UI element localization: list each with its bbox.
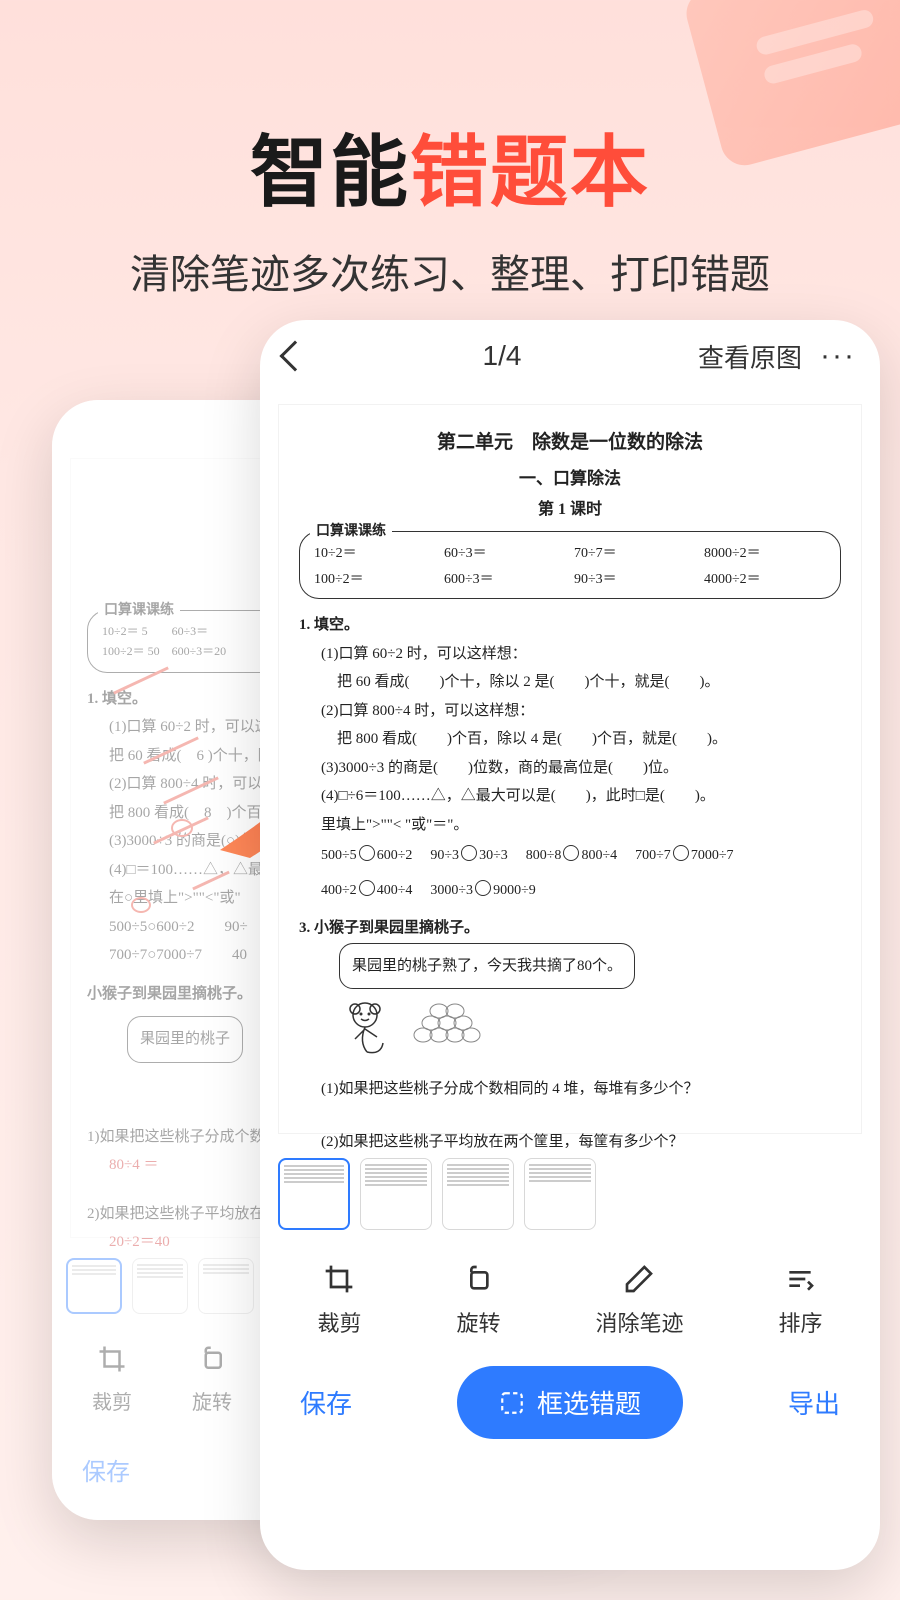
- export-button[interactable]: 导出: [788, 1384, 840, 1421]
- calc-box-label: 口算课课练: [310, 520, 392, 540]
- peach-pile-icon: [403, 997, 493, 1047]
- sort-icon: [783, 1262, 817, 1296]
- title-part1: 智能: [250, 128, 410, 216]
- erase-icon: [622, 1262, 656, 1296]
- tool-row: 裁剪 旋转 消除笔迹 排序: [260, 1242, 880, 1348]
- thumbnail-4[interactable]: [524, 1158, 596, 1230]
- monkey-icon: [339, 997, 391, 1057]
- crop-icon: [322, 1262, 356, 1296]
- thumbnail-2[interactable]: [360, 1158, 432, 1230]
- rotate-icon: [461, 1262, 495, 1296]
- document-preview[interactable]: 第二单元 除数是一位数的除法 一、口算除法 第 1 课时 口算课课练 10÷2＝…: [278, 404, 862, 1134]
- sort-tool[interactable]: 排序: [778, 1262, 822, 1338]
- thumbnail-1[interactable]: [278, 1158, 350, 1230]
- save-button[interactable]: 保存: [300, 1384, 352, 1421]
- select-errors-button[interactable]: 框选错题: [457, 1366, 683, 1439]
- select-box-icon: [499, 1390, 525, 1416]
- crop-tool[interactable]: 裁剪: [317, 1262, 361, 1338]
- footer-bar: 保存 框选错题 导出: [260, 1348, 880, 1469]
- page-counter: 1/4: [324, 340, 680, 372]
- view-original-button[interactable]: 查看原图: [698, 338, 802, 375]
- subtitle: 清除笔迹多次练习、整理、打印错题: [0, 242, 900, 300]
- rotate-tool[interactable]: 旋转: [456, 1262, 500, 1338]
- phone-mock-front: 1/4 查看原图 ··· 第二单元 除数是一位数的除法 一、口算除法 第 1 课…: [260, 320, 880, 1570]
- hero-title-block: 智能错题本 清除笔迹多次练习、整理、打印错题: [0, 110, 900, 300]
- doc-lesson: 第 1 课时: [299, 495, 841, 519]
- thumbnail-strip: [260, 1146, 880, 1242]
- doc-section-title: 一、口算除法: [299, 464, 841, 489]
- topbar: 1/4 查看原图 ···: [260, 320, 880, 392]
- back-button[interactable]: [279, 340, 310, 371]
- thumbnail-3[interactable]: [442, 1158, 514, 1230]
- erase-tool[interactable]: 消除笔迹: [595, 1262, 683, 1338]
- more-icon[interactable]: ···: [820, 339, 856, 373]
- doc-unit-title: 第二单元 除数是一位数的除法: [299, 427, 841, 454]
- title-part2: 错题本: [410, 128, 650, 216]
